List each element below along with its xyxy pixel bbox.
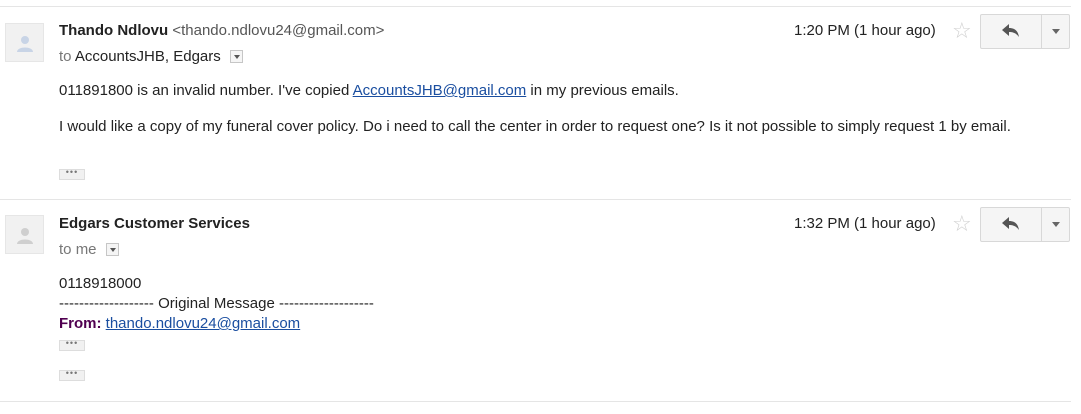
star-icon[interactable]: ☆ — [952, 213, 972, 235]
show-details-button[interactable] — [105, 243, 119, 256]
reply-button-group — [980, 14, 1070, 49]
quoted-from-line: From: thando.ndlovu24@gmail.com — [59, 315, 300, 332]
reply-icon — [1002, 24, 1019, 37]
reply-button-group — [980, 207, 1070, 242]
reply-button[interactable] — [981, 208, 1041, 241]
to-prefix: to — [59, 241, 72, 258]
original-message-separator: ------------------- Original Message ---… — [59, 295, 374, 312]
avatar — [5, 23, 44, 62]
body-text: in my previous emails. — [526, 82, 679, 99]
sender-email: <thando.ndlovu24@gmail.com> — [172, 22, 385, 39]
divider — [0, 401, 1071, 402]
show-trimmed-content-button[interactable]: ••• — [59, 339, 85, 351]
from-email-link[interactable]: thando.ndlovu24@gmail.com — [106, 315, 301, 332]
sender[interactable]: Edgars Customer Services — [59, 215, 250, 232]
show-trimmed-content-button[interactable]: ••• — [59, 168, 85, 180]
from-label: From: — [59, 315, 102, 332]
body-text: 011891800 is an invalid number. I've cop… — [59, 82, 353, 99]
recipient-names: me — [75, 241, 97, 258]
more-options-button[interactable] — [1041, 208, 1070, 241]
email-link[interactable]: AccountsJHB@gmail.com — [353, 82, 527, 99]
divider — [0, 199, 1071, 200]
show-trimmed-content-button[interactable]: ••• — [59, 369, 85, 381]
recipients-line: to AccountsJHB, Edgars — [59, 48, 243, 65]
to-prefix: to — [59, 48, 72, 65]
person-icon — [17, 228, 33, 244]
reply-icon — [1002, 217, 1019, 230]
person-icon — [17, 36, 33, 52]
show-details-button[interactable] — [229, 50, 243, 63]
message-body-line: 0118918000 — [59, 275, 142, 292]
reply-button[interactable] — [981, 15, 1041, 48]
message-body-paragraph: 011891800 is an invalid number. I've cop… — [59, 82, 1049, 99]
message-time: 1:20 PM (1 hour ago) — [794, 22, 936, 39]
avatar — [5, 215, 44, 254]
sender[interactable]: Thando Ndlovu <thando.ndlovu24@gmail.com… — [59, 22, 384, 39]
sender-name[interactable]: Thando Ndlovu — [59, 22, 168, 39]
divider — [0, 6, 1071, 7]
star-icon[interactable]: ☆ — [952, 20, 972, 42]
message-time: 1:32 PM (1 hour ago) — [794, 215, 936, 232]
recipient-names: AccountsJHB, Edgars — [74, 48, 221, 65]
recipients-line: to me — [59, 241, 119, 258]
more-options-button[interactable] — [1041, 15, 1070, 48]
sender-name[interactable]: Edgars Customer Services — [59, 215, 250, 232]
message-body-paragraph: I would like a copy of my funeral cover … — [59, 118, 1011, 135]
